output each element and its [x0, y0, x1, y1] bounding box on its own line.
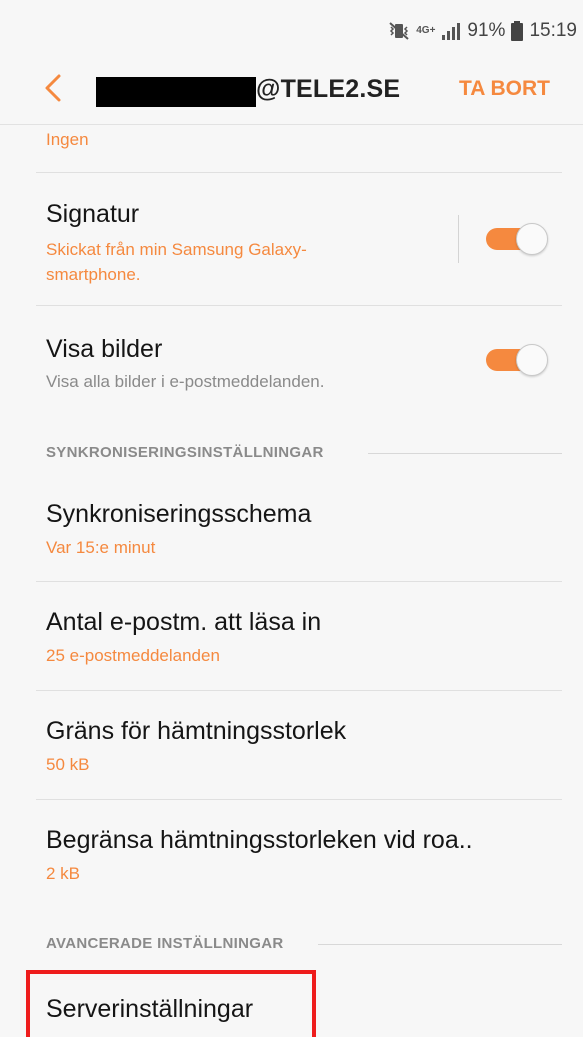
- signature-setting[interactable]: Signatur Skickat från min Samsung Galaxy…: [0, 173, 583, 305]
- roaming-fetch-limit-title: Begränsa hämtningsstorleken vid roa..: [46, 826, 473, 854]
- signature-subtitle-line1: Skickat från min Samsung Galaxy-: [46, 240, 307, 259]
- network-4g-icon: 4G+: [416, 25, 436, 36]
- app-bar: @TELE2.SE TA BORT: [0, 58, 583, 125]
- show-images-toggle[interactable]: [486, 343, 548, 377]
- clock: 15:19: [529, 20, 577, 41]
- delete-account-button[interactable]: TA BORT: [459, 77, 550, 101]
- show-images-subtitle: Visa alla bilder i e-postmeddelanden.: [46, 372, 325, 391]
- vibrate-mute-icon: [388, 22, 410, 40]
- vertical-divider: [458, 215, 459, 263]
- load-count-value: 25 e-postmeddelanden: [46, 646, 220, 665]
- redacted-account-name: [96, 77, 256, 107]
- signature-toggle[interactable]: [486, 222, 548, 256]
- roaming-fetch-limit-value: 2 kB: [46, 864, 81, 883]
- signature-title: Signatur: [46, 200, 140, 228]
- load-count-setting[interactable]: Antal e-postm. att läsa in 25 e-postmedd…: [0, 582, 583, 690]
- roaming-fetch-limit-setting[interactable]: Begränsa hämtningsstorleken vid roa.. 2 …: [0, 800, 583, 908]
- previous-item-value: Ingen: [46, 130, 89, 149]
- signal-icon: [441, 22, 461, 40]
- advanced-section-header: AVANCERADE INSTÄLLNINGAR: [46, 935, 284, 952]
- sync-schedule-value: Var 15:e minut: [46, 538, 156, 557]
- signature-subtitle-line2: smartphone.: [46, 265, 141, 284]
- show-images-title: Visa bilder: [46, 335, 163, 363]
- sync-schedule-title: Synkroniseringsschema: [46, 500, 312, 528]
- chevron-left-icon: [43, 73, 63, 108]
- fetch-size-limit-setting[interactable]: Gräns för hämtningsstorlek 50 kB: [0, 691, 583, 799]
- battery-icon: [511, 21, 524, 41]
- back-button[interactable]: [38, 72, 68, 108]
- show-images-setting[interactable]: Visa bilder Visa alla bilder i e-postmed…: [0, 306, 583, 416]
- toggle-thumb: [516, 223, 548, 255]
- section-line: [368, 453, 562, 454]
- fetch-size-limit-value: 50 kB: [46, 755, 90, 774]
- status-bar: 4G+ 91% 15:19: [0, 0, 583, 58]
- sync-section-header: SYNKRONISERINGSINSTÄLLNINGAR: [46, 444, 324, 461]
- load-count-title: Antal e-postm. att läsa in: [46, 608, 322, 636]
- fetch-size-limit-title: Gräns för hämtningsstorlek: [46, 717, 347, 745]
- section-line: [318, 944, 562, 945]
- sync-schedule-setting[interactable]: Synkroniseringsschema Var 15:e minut: [0, 474, 583, 581]
- status-icons: 4G+ 91% 15:19: [388, 18, 577, 44]
- account-title: @TELE2.SE: [256, 75, 401, 103]
- list-item-previous[interactable]: Ingen: [0, 124, 583, 172]
- toggle-thumb: [516, 344, 548, 376]
- highlight-annotation: [26, 970, 316, 1037]
- battery-percent: 91%: [467, 20, 506, 41]
